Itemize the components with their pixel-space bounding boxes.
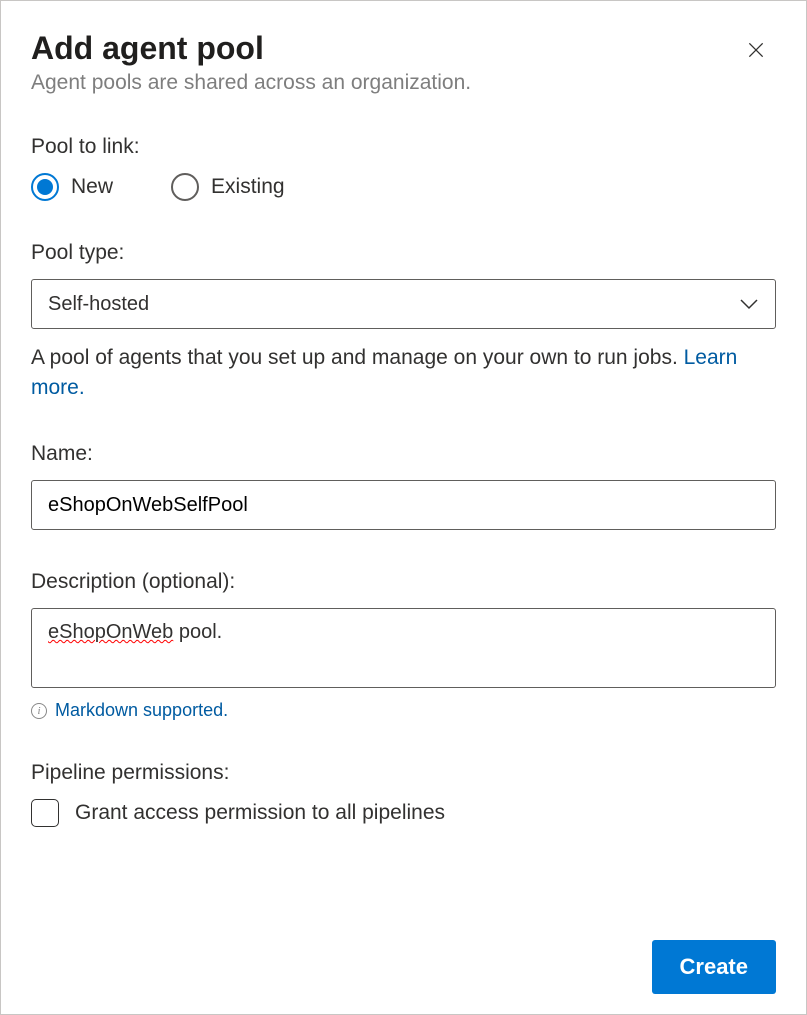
pool-type-label: Pool type:	[31, 241, 776, 265]
info-icon: i	[31, 703, 47, 719]
radio-option-existing[interactable]: Existing	[171, 173, 285, 201]
panel-title: Add agent pool	[31, 29, 776, 67]
name-input[interactable]	[31, 480, 776, 530]
name-section: Name:	[31, 442, 776, 530]
pool-to-link-label: Pool to link:	[31, 135, 776, 159]
description-text-misspelled: eShopOnWeb	[48, 621, 173, 643]
radio-icon	[171, 173, 199, 201]
close-icon	[746, 40, 766, 63]
grant-access-label: Grant access permission to all pipelines	[75, 801, 445, 825]
close-button[interactable]	[740, 35, 772, 67]
pool-type-section: Pool type: Self-hosted A pool of agents …	[31, 241, 776, 402]
name-label: Name:	[31, 442, 776, 466]
radio-icon	[31, 173, 59, 201]
panel-subtitle: Agent pools are shared across an organiz…	[31, 71, 776, 95]
pool-type-value: Self-hosted	[48, 293, 149, 316]
description-text-rest: pool.	[173, 621, 222, 643]
chevron-down-icon	[739, 293, 759, 316]
radio-label-new: New	[71, 175, 113, 199]
add-agent-pool-panel: Add agent pool Agent pools are shared ac…	[0, 0, 807, 1015]
create-button[interactable]: Create	[652, 940, 776, 994]
radio-option-new[interactable]: New	[31, 173, 113, 201]
pool-type-select[interactable]: Self-hosted	[31, 279, 776, 329]
markdown-supported-link[interactable]: Markdown supported.	[55, 700, 228, 721]
permissions-section: Pipeline permissions: Grant access permi…	[31, 761, 776, 827]
pool-type-helper: A pool of agents that you set up and man…	[31, 343, 776, 402]
description-label: Description (optional):	[31, 570, 776, 594]
grant-access-checkbox[interactable]	[31, 799, 59, 827]
pool-to-link-section: Pool to link: New Existing	[31, 135, 776, 201]
permissions-label: Pipeline permissions:	[31, 761, 776, 785]
description-section: Description (optional): eShopOnWeb pool.…	[31, 570, 776, 721]
radio-label-existing: Existing	[211, 175, 285, 199]
description-input[interactable]: eShopOnWeb pool.	[31, 608, 776, 688]
